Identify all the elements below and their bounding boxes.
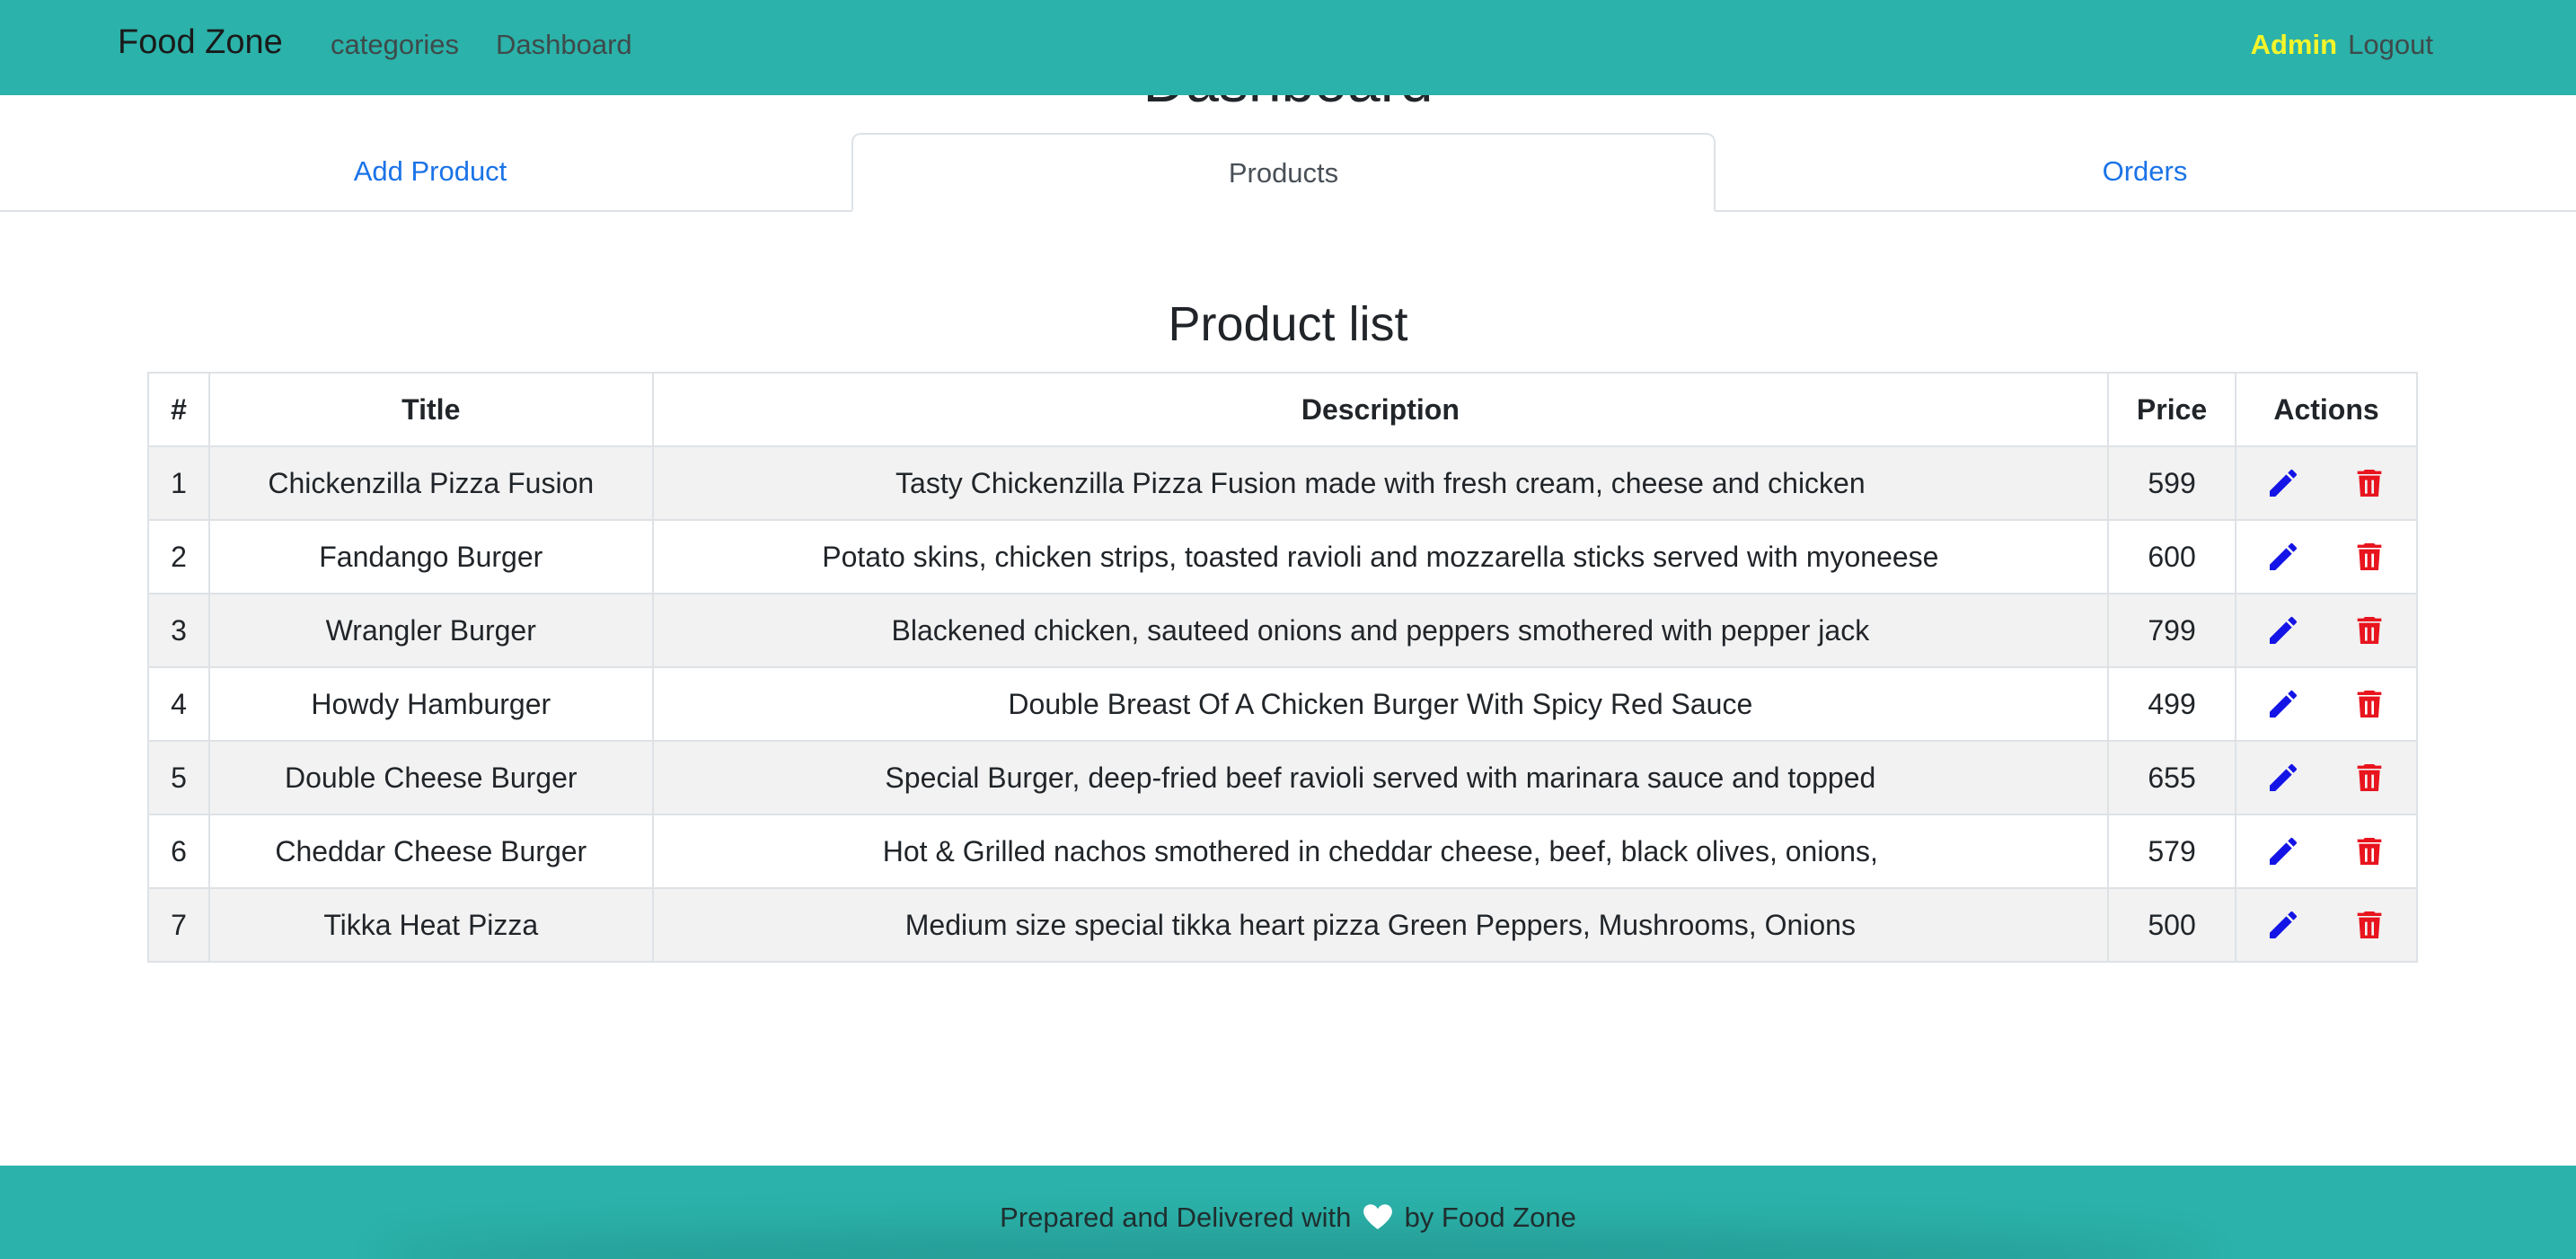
product-description: Hot & Grilled nachos smothered in chedda… xyxy=(651,814,2110,889)
footer-text-before: Prepared and Delivered with xyxy=(1000,1202,1352,1233)
product-price: 579 xyxy=(2107,814,2237,889)
row-actions xyxy=(2235,666,2418,742)
pencil-icon[interactable] xyxy=(2265,760,2301,796)
nav-link-categories[interactable]: categories xyxy=(331,29,459,61)
trash-icon[interactable] xyxy=(2351,539,2387,575)
product-price: 600 xyxy=(2107,519,2237,594)
tab-orders[interactable]: Orders xyxy=(1715,133,2575,210)
trash-icon[interactable] xyxy=(2351,760,2387,796)
pencil-icon[interactable] xyxy=(2265,833,2301,869)
product-price: 500 xyxy=(2107,887,2237,963)
product-table: # Title Description Price Actions 1 Chick… xyxy=(147,372,2418,963)
product-description: Tasty Chickenzilla Pizza Fusion made wit… xyxy=(651,445,2110,521)
footer-text-after: by Food Zone xyxy=(1404,1202,1576,1233)
trash-icon[interactable] xyxy=(2351,612,2387,648)
table-row: 4 Howdy Hamburger Double Breast Of A Chick… xyxy=(147,666,2418,742)
product-title: Chickenzilla Pizza Fusion xyxy=(207,445,654,521)
table-row: 5 Double Cheese Burger Special Burger, dee… xyxy=(147,740,2418,815)
row-number: 3 xyxy=(147,593,210,668)
pencil-icon[interactable] xyxy=(2265,907,2301,943)
table-row: 6 Cheddar Cheese Burger Hot & Grilled nach… xyxy=(147,814,2418,889)
product-description: Medium size special tikka heart pizza Gr… xyxy=(651,887,2110,963)
product-description: Special Burger, deep-fried beef ravioli … xyxy=(651,740,2110,815)
product-description: Blackened chicken, sauteed onions and pe… xyxy=(651,593,2110,668)
row-number: 2 xyxy=(147,519,210,594)
product-description: Double Breast Of A Chicken Burger With S… xyxy=(651,666,2110,742)
brand-logo[interactable]: Food Zone xyxy=(118,23,283,62)
row-number: 6 xyxy=(147,814,210,889)
product-list-title: Product list xyxy=(1168,297,1408,351)
row-actions xyxy=(2235,887,2418,963)
page-footer: Prepared and Delivered with by Food Zone xyxy=(0,1166,2576,1259)
table-row: 3 Wrangler Burger Blackened chicken, saute… xyxy=(147,593,2418,668)
column-header-number: # xyxy=(147,372,210,447)
product-title: Double Cheese Burger xyxy=(207,740,654,815)
product-title: Howdy Hamburger xyxy=(207,666,654,742)
column-header-price: Price xyxy=(2107,372,2237,447)
heart-icon xyxy=(1363,1204,1392,1229)
trash-icon[interactable] xyxy=(2351,465,2387,501)
column-header-description: Description xyxy=(651,372,2110,447)
row-number: 5 xyxy=(147,740,210,815)
product-description: Potato skins, chicken strips, toasted ra… xyxy=(651,519,2110,594)
table-row: 2 Fandango Burger Potato skins, chicken st… xyxy=(147,519,2418,594)
product-price: 599 xyxy=(2107,445,2237,521)
table-row: 7 Tikka Heat Pizza Medium size special tik… xyxy=(147,887,2418,963)
nav-link-dashboard[interactable]: Dashboard xyxy=(496,29,632,61)
row-actions xyxy=(2235,593,2418,668)
nav-admin-link[interactable]: Admin xyxy=(2251,29,2337,61)
row-actions xyxy=(2235,814,2418,889)
table-row: 1 Chickenzilla Pizza Fusion Tasty Chickenz… xyxy=(147,445,2418,521)
column-header-title: Title xyxy=(207,372,654,447)
footer-text: Prepared and Delivered with by Food Zone xyxy=(0,1202,2576,1234)
row-number: 1 xyxy=(147,445,210,521)
product-price: 499 xyxy=(2107,666,2237,742)
trash-icon[interactable] xyxy=(2351,686,2387,722)
product-title: Wrangler Burger xyxy=(207,593,654,668)
product-price: 799 xyxy=(2107,593,2237,668)
pencil-icon[interactable] xyxy=(2265,539,2301,575)
product-price: 655 xyxy=(2107,740,2237,815)
top-navbar: Food Zone categories Dashboard Admin Log… xyxy=(0,0,2576,95)
tab-add-product[interactable]: Add Product xyxy=(0,133,860,210)
row-actions xyxy=(2235,740,2418,815)
row-number: 4 xyxy=(147,666,210,742)
product-title: Tikka Heat Pizza xyxy=(207,887,654,963)
trash-icon[interactable] xyxy=(2351,833,2387,869)
trash-icon[interactable] xyxy=(2351,907,2387,943)
table-header-row: # Title Description Price Actions xyxy=(147,372,2418,447)
row-actions xyxy=(2235,519,2418,594)
row-actions xyxy=(2235,445,2418,521)
dashboard-tabs: Add Product Products Orders xyxy=(0,133,2576,212)
row-number: 7 xyxy=(147,887,210,963)
product-title: Cheddar Cheese Burger xyxy=(207,814,654,889)
nav-logout-link[interactable]: Logout xyxy=(2348,29,2433,61)
tab-products[interactable]: Products xyxy=(851,133,1716,212)
pencil-icon[interactable] xyxy=(2265,686,2301,722)
pencil-icon[interactable] xyxy=(2265,465,2301,501)
column-header-actions: Actions xyxy=(2235,372,2418,447)
pencil-icon[interactable] xyxy=(2265,612,2301,648)
product-title: Fandango Burger xyxy=(207,519,654,594)
